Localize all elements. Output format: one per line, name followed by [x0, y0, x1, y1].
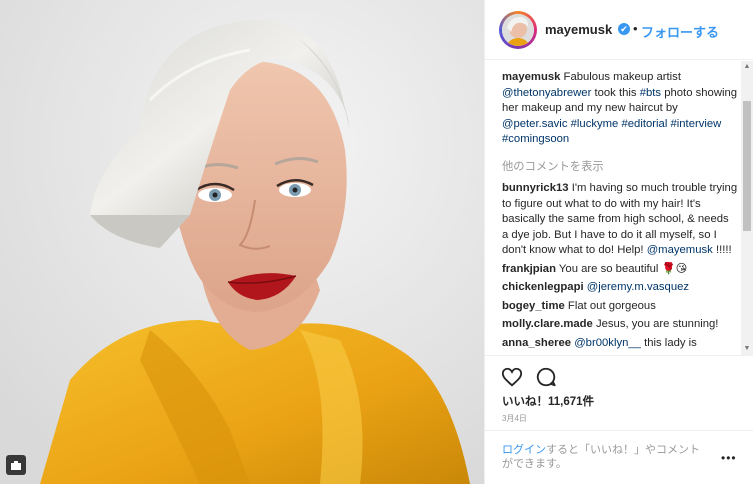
comment-username[interactable]: anna_sheree — [502, 337, 571, 349]
caption-mention[interactable]: @peter.savic — [502, 118, 567, 130]
comment-text: Flat out gorgeous — [564, 299, 656, 312]
likes-count[interactable]: いいね！11,671件 — [502, 393, 594, 409]
comment-item: anna_sheree @br00klyn__ this lady is — [502, 336, 738, 352]
portrait-image — [0, 0, 484, 484]
scroll-down-arrow-icon[interactable]: ▼ — [741, 343, 753, 355]
comment-username[interactable]: bunnyrick13 — [502, 182, 569, 194]
comments-scrollbar[interactable]: ▲ ▼ — [741, 61, 753, 355]
comment-mention[interactable]: @mayemusk — [647, 244, 713, 256]
login-prompt: ログインすると「いいね！」やコメントができます。 ••• — [485, 430, 753, 484]
comment-username[interactable]: bogey_time — [502, 300, 565, 312]
post-actions: いいね！11,671件 3月4日 — [485, 355, 753, 430]
avatar[interactable] — [499, 11, 537, 49]
heart-icon[interactable] — [501, 366, 523, 388]
comment-text: You are so beautiful 🌹😘 — [556, 262, 688, 275]
post-header: mayemusk ✔ • フォローする — [485, 0, 753, 60]
comment-text: this lady is — [640, 336, 697, 349]
more-options-icon[interactable]: ••• — [721, 451, 737, 465]
comment-mention[interactable]: @br00klyn__ — [574, 337, 641, 349]
caption-username[interactable]: mayemusk — [502, 71, 560, 83]
follow-button[interactable]: フォローする — [641, 22, 719, 41]
post-photo[interactable] — [0, 0, 484, 484]
separator-dot: • — [633, 21, 638, 36]
post-panel: mayemusk ✔ • フォローする mayemusk Fabulous ma… — [484, 0, 753, 484]
caption-text: took this — [591, 86, 640, 99]
comment-text: Jesus, you are stunning! — [592, 318, 719, 330]
comment-text: !!!!! — [712, 244, 732, 256]
scrollbar-thumb[interactable] — [743, 101, 751, 231]
caption-hashtag[interactable]: #interview — [670, 118, 721, 130]
comment-username[interactable]: molly.clare.made — [502, 318, 593, 330]
caption-hashtag[interactable]: #luckyme — [571, 118, 619, 130]
comment-username[interactable]: frankjpian — [502, 263, 556, 275]
caption-hashtag[interactable]: #editorial — [621, 118, 667, 130]
comment-username[interactable]: chickenlegpapi — [502, 281, 584, 293]
post-author-username[interactable]: mayemusk — [545, 22, 612, 37]
post-caption: mayemusk Fabulous makeup artist @thetony… — [502, 70, 738, 148]
caption-text: Fabulous makeup artist — [560, 71, 681, 83]
photo-badge-icon — [6, 455, 26, 475]
comment-item: frankjpian You are so beautiful 🌹😘 — [502, 262, 738, 278]
comment-item: bogey_time Flat out gorgeous — [502, 299, 738, 315]
caption-hashtag[interactable]: #comingsoon — [502, 133, 569, 145]
caption-hashtag[interactable]: #bts — [640, 87, 661, 99]
login-prompt-text: ログインすると「いいね！」やコメントができます。 — [502, 443, 702, 471]
comments-list: mayemusk Fabulous makeup artist @thetony… — [485, 61, 741, 355]
load-more-comments-button[interactable]: 他のコメントを表示 — [502, 160, 738, 176]
comment-item: molly.clare.made Jesus, you are stunning… — [502, 317, 738, 333]
post-date[interactable]: 3月4日 — [502, 413, 527, 424]
caption-mention[interactable]: @thetonyabrewer — [502, 87, 591, 99]
comment-mention[interactable]: @jeremy.m.vasquez — [587, 281, 689, 293]
scroll-up-arrow-icon[interactable]: ▲ — [741, 61, 753, 73]
comment-item: bunnyrick13 I'm having so much trouble t… — [502, 181, 738, 259]
comment-icon[interactable] — [535, 366, 557, 388]
verified-icon: ✔ — [618, 23, 630, 35]
comment-item: chickenlegpapi @jeremy.m.vasquez — [502, 280, 738, 296]
login-link[interactable]: ログイン — [502, 444, 546, 456]
